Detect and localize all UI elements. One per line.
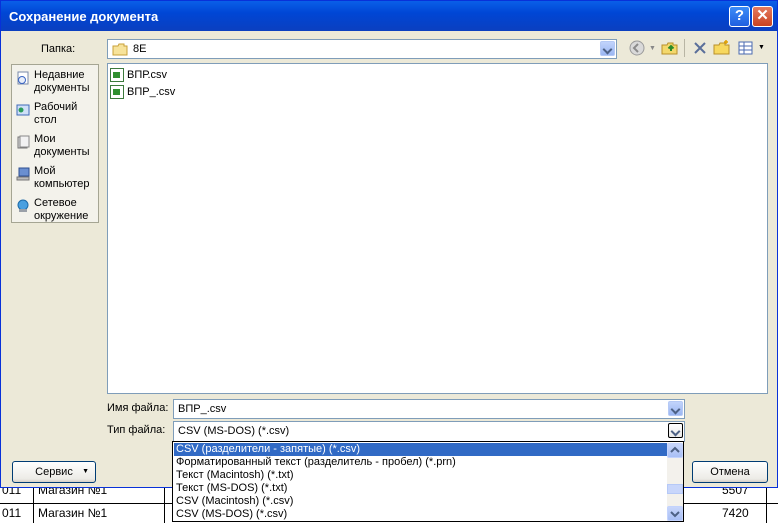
filename-value: ВПР_.csv [178, 403, 227, 415]
place-label: Мои документы [34, 133, 90, 158]
sheet-cell-store: Магазин №1 [38, 506, 108, 520]
help-button[interactable]: ? [729, 6, 750, 27]
new-folder-icon[interactable] [713, 39, 731, 57]
place-desktop[interactable]: Рабочий стол [13, 99, 97, 131]
sheet-cell-value: 7420 [722, 506, 749, 520]
filetype-option[interactable]: CSV (разделители - запятые) (*.csv) [174, 443, 667, 456]
back-icon[interactable] [628, 39, 646, 57]
scroll-down-button[interactable] [667, 506, 683, 521]
my-documents-icon [17, 135, 30, 149]
filetype-option[interactable]: CSV (MS-DOS) (*.csv) [174, 508, 667, 521]
toolbar-separator [684, 39, 685, 57]
place-label: Сетевое окружение [34, 197, 89, 222]
place-recent-documents[interactable]: Недавние документы [13, 67, 97, 99]
scroll-thumb[interactable] [667, 484, 683, 494]
filetype-dropdown-list[interactable]: CSV (разделители - запятые) (*.csv) Форм… [172, 441, 684, 522]
title-bar[interactable]: Сохранение документа ? ✕ [1, 1, 777, 31]
views-icon[interactable] [737, 39, 755, 57]
place-network[interactable]: Сетевое окружение [13, 195, 97, 227]
folder-combo[interactable]: 8E [107, 39, 617, 59]
save-dialog: Сохранение документа ? ✕ Папка: 8E ▼ ▼ Н… [0, 0, 778, 488]
csv-file-icon [110, 68, 124, 82]
service-button[interactable]: Сервис ▼ [12, 461, 96, 483]
folder-icon [112, 43, 128, 56]
back-dropdown-arrow-icon[interactable]: ▼ [649, 45, 656, 52]
place-label: Рабочий стол [34, 101, 78, 126]
folder-value: 8E [133, 43, 147, 55]
file-list[interactable]: ВПР.csv ВПР_.csv [107, 63, 768, 394]
filename-label: Имя файла: [107, 402, 169, 414]
csv-file-icon [110, 85, 124, 99]
filetype-option[interactable]: Текст (MS-DOS) (*.txt) [174, 482, 667, 495]
filetype-option[interactable]: CSV (Macintosh) (*.csv) [174, 495, 667, 508]
filetype-dropdown-button[interactable] [668, 423, 683, 438]
dropdown-scrollbar[interactable] [667, 443, 683, 521]
sheet-cell-date: 011 [2, 506, 22, 520]
filename-input[interactable]: ВПР_.csv [173, 399, 685, 419]
sheet-gridline [164, 486, 165, 523]
folder-dropdown-button[interactable] [600, 41, 615, 56]
my-computer-icon [16, 167, 30, 181]
filetype-option[interactable]: Текст (Macintosh) (*.txt) [174, 469, 667, 482]
service-button-label: Сервис [35, 466, 73, 478]
up-folder-icon[interactable] [661, 39, 679, 57]
scroll-up-button[interactable] [667, 443, 683, 458]
dialog-title: Сохранение документа [9, 9, 159, 24]
service-dropdown-arrow-icon: ▼ [82, 468, 89, 475]
cancel-button[interactable]: Отмена [692, 461, 768, 483]
filetype-select[interactable]: CSV (MS-DOS) (*.csv) [173, 421, 685, 442]
network-icon [17, 199, 29, 212]
desktop-icon [16, 104, 30, 116]
sheet-gridline [33, 486, 34, 523]
file-name: ВПР.csv [127, 69, 168, 81]
place-label: Мой компьютер [34, 165, 90, 190]
views-dropdown-arrow-icon[interactable]: ▼ [758, 44, 765, 51]
place-my-computer[interactable]: Мой компьютер [13, 163, 97, 195]
chevron-up-icon [670, 446, 680, 453]
file-name: ВПР_.csv [127, 86, 176, 98]
place-my-documents[interactable]: Мои документы [13, 131, 97, 163]
recent-documents-icon [17, 71, 29, 85]
sheet-gridline [766, 486, 767, 523]
filetype-option[interactable]: Форматированный текст (разделитель - про… [174, 456, 667, 469]
filetype-label: Тип файла: [107, 424, 166, 436]
filename-dropdown-button[interactable] [668, 401, 683, 416]
filetype-value: CSV (MS-DOS) (*.csv) [178, 425, 290, 437]
place-label: Недавние документы [34, 69, 90, 94]
chevron-down-icon [670, 511, 680, 518]
folder-label: Папка: [41, 43, 76, 55]
delete-icon[interactable] [691, 39, 709, 57]
places-bar: Недавние документы Рабочий стол Мои доку… [11, 64, 99, 223]
close-button[interactable]: ✕ [752, 6, 773, 27]
